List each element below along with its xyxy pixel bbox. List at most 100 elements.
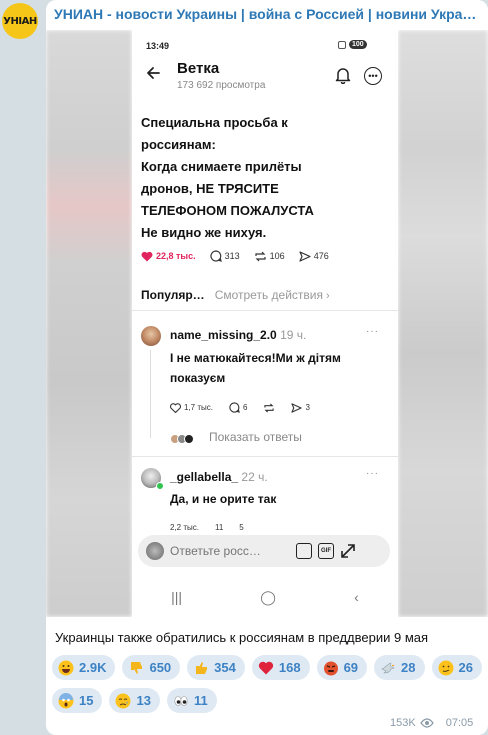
message-caption: Украинцы также обратились к россиянам в … — [55, 630, 429, 645]
image-icon — [296, 543, 312, 559]
comment-shares-value: 3 — [305, 403, 310, 412]
comment-avatar — [141, 326, 161, 346]
comment-time: 22 ч. — [241, 470, 268, 484]
android-nav-bar: ||| ◯ ‹ — [132, 582, 398, 612]
home-icon: ◯ — [260, 588, 276, 605]
reaction-thumbs-down[interactable]: 650 — [122, 655, 181, 680]
reaction-crying[interactable]: 13 — [109, 688, 160, 713]
thread-views: 173 692 просмотра — [177, 80, 266, 91]
thumbs-down-emoji-icon — [131, 661, 143, 674]
comment-text: І не матюкайтеся!Ми ж дітям показуєм — [170, 351, 341, 385]
share-icon — [299, 250, 311, 262]
expand-icon — [341, 544, 355, 558]
reaction-grinning[interactable]: 2.9K — [52, 655, 116, 680]
repost-icon — [264, 403, 275, 412]
blurred-background-left — [46, 30, 132, 617]
message-photo[interactable]: 13:49 100 Ветка 173 692 просмотра ••• Сп… — [46, 30, 488, 617]
comment-replies-value: 11 — [214, 522, 224, 532]
back-arrow-icon — [147, 67, 160, 79]
comments-count: 313 — [210, 250, 240, 262]
likes-count: 22,8 тыс. — [141, 251, 196, 262]
divider — [132, 310, 398, 311]
reaction-smirk[interactable]: 26 — [431, 655, 482, 680]
comment-icon — [229, 402, 240, 413]
reaction-count: 69 — [343, 660, 359, 675]
reply-avatars — [170, 434, 194, 444]
channel-name[interactable]: УНИАН - новости Украины | война с Россие… — [54, 6, 480, 22]
gif-icon: GIF — [318, 543, 334, 559]
grinning-emoji-icon — [58, 660, 74, 675]
repost-icon — [255, 251, 266, 261]
comment-shares: 3 — [291, 402, 310, 413]
smirk-emoji-icon — [438, 660, 454, 675]
comment-shares-value: 5 — [239, 522, 244, 532]
comment-replies-value: 6 — [242, 403, 248, 412]
user-avatar — [146, 542, 164, 560]
comment-actions: 1,7 тыс. 6 3 — [170, 402, 310, 413]
reaction-count: 168 — [278, 660, 301, 675]
heart-icon — [141, 251, 153, 261]
post-line: Специальна просьба к — [141, 115, 288, 130]
battery-icon: 100 — [349, 40, 367, 49]
reaction-angry[interactable]: 69 — [316, 655, 368, 680]
crying-emoji-icon — [115, 693, 131, 708]
thumbs-up-emoji-icon — [196, 661, 208, 674]
reaction-dove[interactable]: 28 — [374, 655, 425, 680]
post-text: Специальна просьба к россиянам: Когда сн… — [141, 112, 391, 244]
reaction-eyes[interactable]: 11 — [166, 688, 217, 713]
reactions-row: 2.9K 650 354 168 69 28 26 15 13 11 — [52, 655, 482, 713]
post-line: Когда снимаете прилёты — [141, 159, 302, 174]
comment-likes: 1,7 тыс. — [170, 402, 213, 413]
reaction-count: 354 — [214, 660, 236, 675]
comment-time: 19 ч. — [280, 328, 307, 342]
channel-avatar-text: УНІАН — [3, 15, 37, 27]
comment-likes-value: 1,7 тыс. — [184, 403, 213, 412]
comment-replies: 6 — [229, 402, 247, 413]
likes-value: 22,8 тыс. — [156, 251, 196, 261]
views-count: 153K — [390, 717, 416, 729]
divider — [132, 456, 398, 457]
bell-icon — [335, 68, 351, 84]
shares-value: 476 — [313, 251, 329, 261]
comments-value: 313 — [224, 251, 240, 261]
message-time: 07:05 — [445, 717, 474, 729]
message-meta: 153K 07:05 — [390, 717, 473, 729]
tab-activity: Смотреть действия — [214, 288, 323, 302]
shares-count: 476 — [299, 250, 329, 262]
status-icons: 100 — [338, 40, 367, 49]
reaction-scream[interactable]: 15 — [52, 688, 103, 713]
comment-actions: 2,2 тыс. 11 5 — [170, 522, 244, 532]
comment-icon — [210, 250, 222, 262]
reaction-count: 26 — [458, 660, 473, 675]
recent-apps-icon: ||| — [171, 589, 183, 605]
mini-avatar — [184, 434, 194, 444]
post-line: дронов, НЕ ТРЯСИТЕ — [141, 181, 279, 196]
show-replies-link: Показать ответы — [209, 430, 302, 444]
comment-more-icon: ··· — [366, 468, 379, 479]
channel-avatar[interactable]: УНІАН — [2, 3, 38, 39]
heart-outline-icon — [170, 402, 181, 413]
status-time: 13:49 — [146, 41, 170, 51]
thread-title: Ветка — [177, 60, 220, 77]
post-actions: 22,8 тыс. 313 106 476 — [141, 250, 329, 262]
blurred-background-right — [398, 30, 488, 617]
reposts-value: 106 — [269, 251, 285, 261]
reaction-heart[interactable]: 168 — [251, 655, 310, 680]
comment-likes-value: 2,2 тыс. — [170, 522, 199, 532]
signal-icon — [338, 40, 346, 49]
online-indicator — [156, 482, 164, 490]
reply-input — [170, 544, 290, 558]
eye-icon — [419, 718, 434, 728]
reaction-count: 2.9K — [79, 660, 107, 675]
reaction-count: 28 — [401, 660, 416, 675]
reaction-count: 13 — [136, 693, 151, 708]
thread-tabs: Популяр… Смотреть действия › — [141, 288, 330, 302]
phone-screenshot: 13:49 100 Ветка 173 692 просмотра ••• Сп… — [132, 30, 398, 617]
reaction-thumbs-up[interactable]: 354 — [187, 655, 245, 680]
comment-author: name_missing_2.0 19 ч. — [170, 328, 306, 342]
tab-popular: Популяр… — [141, 288, 205, 302]
share-icon — [291, 402, 303, 413]
reaction-count: 15 — [79, 693, 94, 708]
comment-repost — [263, 403, 275, 413]
comment-username: name_missing_2.0 — [170, 328, 277, 342]
